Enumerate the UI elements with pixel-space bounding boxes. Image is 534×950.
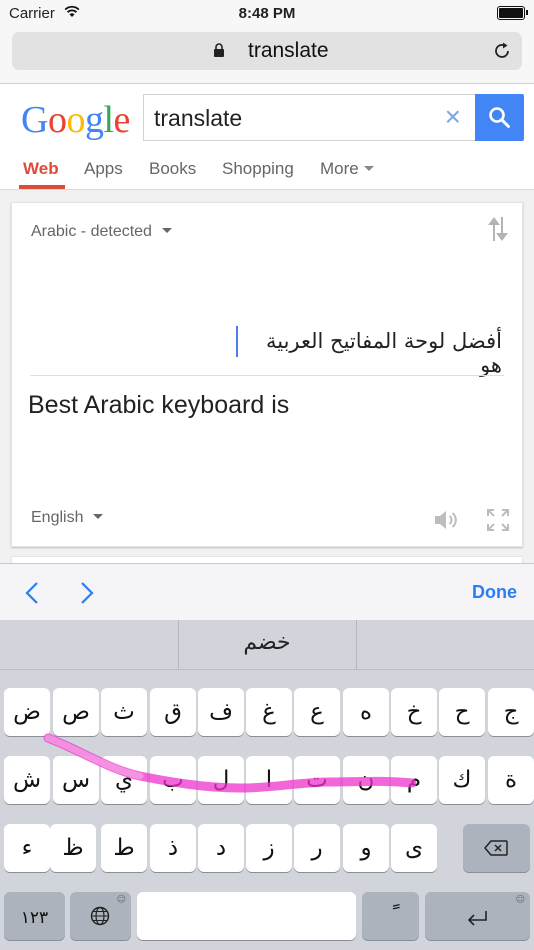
battery-icon: [497, 6, 528, 20]
key[interactable]: ي: [101, 756, 147, 804]
target-language-label: English: [31, 509, 84, 526]
key[interactable]: ب: [150, 756, 196, 804]
source-language-label: Arabic - detected: [31, 223, 152, 240]
space-key[interactable]: [137, 892, 356, 940]
return-key[interactable]: ☺: [425, 892, 530, 940]
active-tab-indicator: [19, 185, 65, 189]
key[interactable]: ى: [391, 824, 437, 872]
emoji-dot-icon: ☺: [116, 895, 126, 905]
browser-toolbar: translate: [0, 28, 534, 84]
key[interactable]: ص: [53, 688, 99, 736]
fullscreen-icon[interactable]: [486, 508, 510, 532]
key[interactable]: ح: [439, 688, 485, 736]
key[interactable]: ز: [246, 824, 292, 872]
caret-down-icon: [363, 166, 374, 171]
url-text: translate: [248, 39, 329, 62]
key[interactable]: ظ: [50, 824, 96, 872]
search-icon: [489, 107, 510, 128]
key[interactable]: س: [53, 756, 99, 804]
key[interactable]: ن: [343, 756, 389, 804]
key[interactable]: م: [391, 756, 437, 804]
speaker-icon[interactable]: [434, 509, 460, 531]
key[interactable]: غ: [246, 688, 292, 736]
divider: [30, 375, 504, 376]
backspace-key[interactable]: [463, 824, 530, 872]
key[interactable]: ت: [294, 756, 340, 804]
google-header: Google translate × Web Apps Books Shoppi…: [0, 84, 534, 190]
search-query: translate: [154, 105, 243, 131]
key[interactable]: د: [198, 824, 244, 872]
key[interactable]: ش: [4, 756, 50, 804]
emoji-dot-icon: ☺: [515, 895, 525, 905]
backspace-icon: [484, 840, 508, 856]
globe-key[interactable]: ☺: [70, 892, 131, 940]
key[interactable]: ه: [343, 688, 389, 736]
word-suggestion[interactable]: خضم: [178, 630, 356, 655]
key[interactable]: ث: [101, 688, 147, 736]
done-button[interactable]: Done: [472, 582, 517, 603]
lock-icon: [214, 43, 224, 57]
caret-down-icon: [93, 514, 104, 519]
translate-card: Arabic - detected أفضل لوحة المفاتيح الع…: [11, 202, 523, 547]
tab-more[interactable]: More: [320, 159, 374, 179]
tab-shopping[interactable]: Shopping: [222, 159, 294, 179]
tab-apps[interactable]: Apps: [84, 159, 123, 179]
swap-languages-icon[interactable]: [485, 216, 509, 242]
key[interactable]: ط: [101, 824, 147, 872]
source-language-selector[interactable]: Arabic - detected: [31, 223, 172, 241]
chevron-right-icon[interactable]: [79, 581, 95, 605]
reload-icon[interactable]: [492, 41, 512, 61]
clear-icon[interactable]: ×: [445, 102, 461, 132]
key[interactable]: ج: [488, 688, 534, 736]
keyboard-accessory-bar: Done: [0, 563, 534, 620]
search-input[interactable]: translate ×: [143, 94, 475, 141]
key[interactable]: ك: [439, 756, 485, 804]
key[interactable]: ذ: [150, 824, 196, 872]
numbers-key-label: ١٢٣: [20, 908, 49, 928]
suggestion-divider: [356, 620, 357, 670]
key[interactable]: ض: [4, 688, 50, 736]
arabic-keyboard: خضم ض ص ث ق ف غ ع ه خ ح ج ش س ي ب ل ا ت …: [0, 620, 534, 950]
diacritic-key[interactable]: ً: [362, 892, 419, 940]
key[interactable]: خ: [391, 688, 437, 736]
status-bar: Carrier 8:48 PM: [0, 0, 534, 28]
address-bar[interactable]: translate: [12, 32, 522, 70]
key[interactable]: ء: [4, 824, 50, 872]
search-tabs: Web Apps Books Shopping More: [0, 154, 534, 190]
key[interactable]: ل: [198, 756, 244, 804]
key[interactable]: ة: [488, 756, 534, 804]
translation-result: Best Arabic keyboard is: [28, 391, 290, 419]
numbers-key[interactable]: ١٢٣: [4, 892, 65, 940]
search-button[interactable]: [475, 94, 524, 141]
key[interactable]: ق: [150, 688, 196, 736]
clock: 8:48 PM: [238, 5, 296, 22]
caret-down-icon: [161, 228, 172, 233]
source-text-input[interactable]: أفضل لوحة المفاتيح العربية هو: [238, 329, 502, 377]
tab-books[interactable]: Books: [149, 159, 196, 179]
return-icon: [467, 911, 487, 926]
key[interactable]: ر: [294, 824, 340, 872]
tab-web[interactable]: Web: [23, 159, 59, 179]
key[interactable]: ا: [246, 756, 292, 804]
suggestion-bar: خضم: [0, 620, 534, 670]
tab-more-label: More: [320, 159, 359, 178]
globe-icon: [90, 906, 110, 926]
key[interactable]: و: [343, 824, 389, 872]
target-language-selector[interactable]: English: [31, 509, 104, 527]
key[interactable]: ف: [198, 688, 244, 736]
google-logo[interactable]: Google: [21, 98, 130, 142]
key[interactable]: ع: [294, 688, 340, 736]
chevron-left-icon[interactable]: [24, 581, 40, 605]
